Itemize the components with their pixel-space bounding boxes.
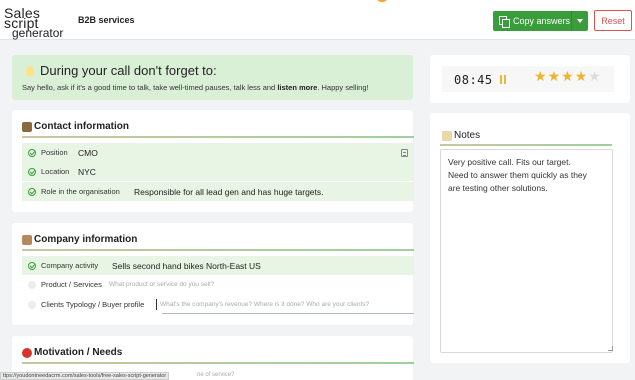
company-title-text: Company information <box>34 234 138 245</box>
section-divider <box>22 362 414 364</box>
call-tip-banner: During your call don't forget to: Say he… <box>12 55 413 100</box>
field-label: Product / Services <box>41 280 102 289</box>
field-value: Responsible for all lead gen and has hug… <box>134 186 324 197</box>
section-divider <box>22 249 414 251</box>
input-underline <box>162 313 414 314</box>
check-icon <box>28 148 36 157</box>
timer-panel: 08:45 ★★★★★ <box>442 66 614 92</box>
section-divider <box>440 144 612 146</box>
company-row-products[interactable]: Product / Services What product or servi… <box>22 275 414 294</box>
tip-title-text: During your call don't forget to: <box>40 63 217 78</box>
heart-icon <box>22 347 32 358</box>
contact-row-role[interactable]: Role in the organisation Responsible for… <box>22 182 414 201</box>
tip-title: During your call don't forget to: <box>24 63 217 78</box>
status-bar-url: ttps://youdontneedacrm.com/sales-tools/f… <box>0 372 170 380</box>
copy-icon <box>499 16 510 28</box>
call-timer: 08:45 <box>454 73 493 87</box>
memo-icon <box>442 130 452 141</box>
contact-row-position[interactable]: Position CMO <box>22 143 414 162</box>
check-icon <box>28 261 36 270</box>
clients-input[interactable]: What's the company's revenue? Where is i… <box>160 301 369 308</box>
notes-card: Notes Very positive call. Fits our targe… <box>430 113 630 363</box>
field-value: NYC <box>78 166 96 177</box>
field-value: CMO <box>78 147 98 158</box>
logo-line-1: Sales script <box>4 5 41 31</box>
accent-mark <box>375 0 389 2</box>
contact-row-location[interactable]: Location NYC <box>22 162 414 181</box>
tip-text: Say hello, ask if it's a good time to ta… <box>22 83 369 92</box>
reset-button[interactable]: Reset <box>594 10 632 31</box>
contact-section-title: Contact information <box>22 121 129 132</box>
field-label: Location <box>41 167 70 176</box>
field-label: Clients Typology / Buyer profile <box>41 300 145 309</box>
resize-handle[interactable] <box>608 346 613 351</box>
logo-line-2: generator <box>12 26 64 40</box>
notes-title: Notes <box>442 130 480 141</box>
company-row-clients[interactable]: Clients Typology / Buyer profile What's … <box>22 295 414 314</box>
star-icon[interactable]: ★ <box>588 69 602 85</box>
copy-answers-button[interactable]: Copy answers <box>493 11 588 31</box>
star-icon[interactable]: ★ <box>534 69 548 85</box>
empty-status-icon <box>28 300 36 309</box>
tip-text-bold: listen more <box>277 83 318 92</box>
text-cursor <box>156 299 157 310</box>
obscured-placeholder-text: ne of service? <box>197 372 235 378</box>
lead-rating[interactable]: ★★★★★ <box>534 69 602 85</box>
contact-title-text: Contact information <box>34 121 129 132</box>
star-icon[interactable]: ★ <box>548 69 562 85</box>
pause-icon[interactable] <box>500 75 507 84</box>
call-timer-card: 08:45 ★★★★★ <box>430 55 630 103</box>
contact-information-card: Contact information Position CMO Locatio… <box>12 110 414 212</box>
top-bar: Sales script generator B2B services Copy… <box>0 0 635 40</box>
field-label: Company activity <box>41 261 99 270</box>
check-icon <box>28 167 36 176</box>
check-icon <box>28 187 36 196</box>
star-icon[interactable]: ★ <box>561 69 575 85</box>
detective-icon <box>22 121 32 132</box>
tip-text-end: . Happy selling! <box>317 83 369 92</box>
field-value: Sells second hand bikes North-East US <box>112 260 261 271</box>
motivation-section-title: Motivation / Needs <box>22 347 122 358</box>
empty-status-icon <box>28 280 36 289</box>
field-label: Role in the organisation <box>41 187 120 196</box>
app-logo[interactable]: Sales script generator <box>4 5 72 40</box>
notes-textarea[interactable]: Very positive call. Fits our target. Nee… <box>440 149 613 353</box>
company-row-activity[interactable]: Company activity Sells second hand bikes… <box>22 256 414 275</box>
copy-options-dropdown[interactable] <box>571 11 588 31</box>
factory-icon <box>22 234 32 245</box>
motivation-title-text: Motivation / Needs <box>34 347 123 358</box>
star-icon[interactable]: ★ <box>575 69 589 85</box>
tip-text-start: Say hello, ask if it's a good time to ta… <box>22 83 278 92</box>
page-subtitle: B2B services <box>78 15 135 25</box>
company-section-title: Company information <box>22 234 137 245</box>
document-icon[interactable] <box>401 148 408 157</box>
company-information-card: Company information Company activity Sel… <box>12 223 414 325</box>
products-input[interactable]: What product or service do you sell? <box>109 281 214 288</box>
section-divider <box>22 136 414 138</box>
field-label: Position <box>41 148 68 157</box>
notes-title-text: Notes <box>454 130 481 141</box>
lightbulb-icon <box>26 65 34 76</box>
copy-answers-label: Copy answers <box>513 16 571 26</box>
